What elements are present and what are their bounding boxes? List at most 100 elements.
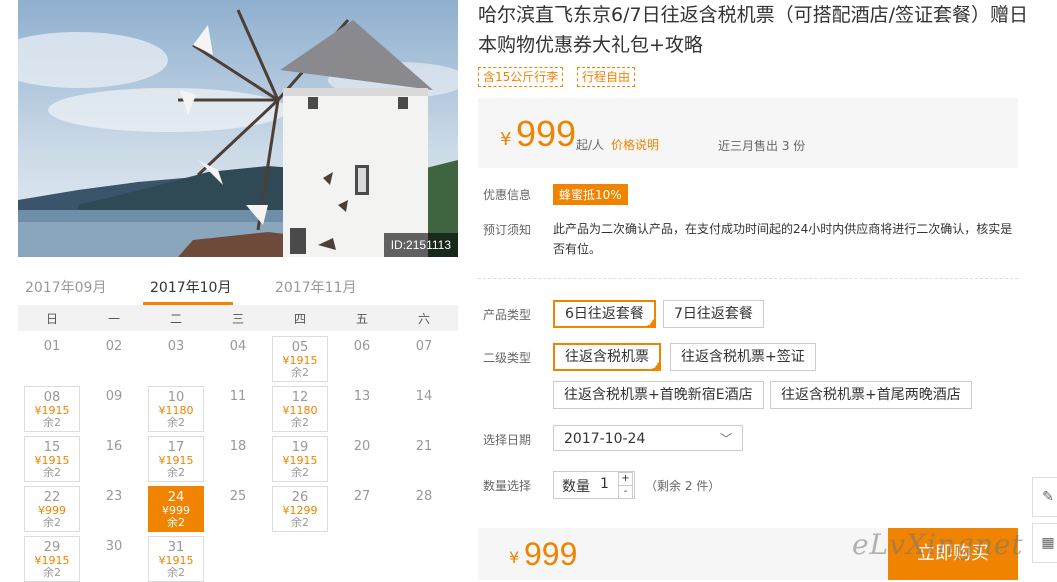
quantity-stepper: 数量 1 + - [553,471,635,499]
calendar-day-number: 02 [105,339,123,354]
calendar-day-number: 27 [353,489,371,504]
check-icon: ✓ [652,362,659,371]
calendar-day: 27 [334,486,390,532]
calendar-day-number: 04 [229,339,247,354]
weekday-label: 一 [107,312,120,326]
calendar-day-number: 16 [105,439,123,454]
calendar-day: 07 [396,336,452,382]
calendar-day[interactable]: 31 ¥1915 余2 [148,536,204,582]
calendar-day[interactable]: 24 ¥999 余2 [148,486,204,532]
calendar-day-number: 03 [167,339,185,354]
option-label: 往返含税机票 [565,349,649,365]
calendar-day[interactable]: 10 ¥1180 余2 [148,386,204,432]
photo-id-badge: ID:2151113 [383,233,458,257]
calendar-day: 18 [210,436,266,482]
date-select[interactable]: 2017-10-24 ﹀ [553,425,743,451]
sub-type-option-ticket[interactable]: 往返含税机票 ✓ [553,343,661,371]
calendar-day-number: 11 [229,389,247,404]
calendar-tab-oct[interactable]: 2017年10月 [150,277,231,297]
calendar-day-number: 21 [415,439,433,454]
calendar-day-number: 26 [291,490,309,505]
quantity-remaining: （剩余 2 件） [645,479,721,493]
calendar-day[interactable]: 26 ¥1299 余2 [272,486,328,532]
calendar-day-number: 19 [291,440,309,455]
calendar-day-number: 01 [43,339,61,354]
calendar-day: 25 [210,486,266,532]
product-type-option-6day[interactable]: 6日往返套餐 ✓ [553,300,656,328]
bottom-currency: ¥ [509,548,520,567]
calendar-day-number: 22 [43,490,61,505]
calendar-day[interactable]: 17 ¥1915 余2 [148,436,204,482]
calendar-day-number: 25 [229,489,247,504]
calendar-day-stock: 余2 [291,516,309,529]
sub-type-label: 二级类型 [483,351,532,365]
calendar-day-number: 24 [167,490,185,505]
calendar-day-number: 15 [43,440,61,455]
calendar-day-stock: 余2 [167,466,185,479]
calendar-day-number: 12 [291,390,309,405]
calendar-day-number: 31 [167,540,185,555]
calendar-day[interactable]: 19 ¥1915 余2 [272,436,328,482]
date-select-value: 2017-10-24 [564,431,646,447]
calendar-day-number: 30 [105,539,123,554]
calendar-day: 02 [86,336,142,382]
calendar-day-number: 08 [43,390,61,405]
calendar-day-number: 14 [415,389,433,404]
calendar-day[interactable]: 22 ¥999 余2 [24,486,80,532]
quantity-increment-button[interactable]: + [618,472,633,486]
calendar-day: 30 [86,536,142,582]
calendar-tab-sep[interactable]: 2017年09月 [25,277,106,297]
calendar-day-stock: 余2 [167,516,185,529]
calendar-day: 21 [396,436,452,482]
sub-type-option-visa[interactable]: 往返含税机票+签证 [670,343,816,371]
calendar-day: 13 [334,386,390,432]
calendar-day-number: 23 [105,489,123,504]
calendar-day: 01 [24,336,80,382]
quantity-input[interactable]: 1 [600,476,609,492]
price-currency: ¥ [500,129,512,150]
calendar-day-number: 20 [353,439,371,454]
calendar-day-stock: 余2 [43,416,61,429]
price-amount: 999 [516,113,577,154]
calendar-day: 16 [86,436,142,482]
price-explain-link[interactable]: 价格说明 [611,136,659,153]
weekday-label: 二 [169,312,182,326]
coupon-badge: 蜂蜜抵10% [553,184,628,205]
calendar-day-number: 07 [415,339,433,354]
offers-label: 优惠信息 [483,188,532,202]
tag-luggage: 含15公斤行李 [478,67,564,87]
calendar-day[interactable]: 05 ¥1915 余2 [272,336,328,382]
sub-type-option-shinjuku-hotel[interactable]: 往返含税机票+首晚新宿E酒店 [553,381,764,409]
quantity-decrement-button[interactable]: - [618,485,633,499]
weekday-label: 六 [417,312,430,326]
watermark: eLvXingnet [852,528,1024,561]
calendar-day[interactable]: 08 ¥1915 余2 [24,386,80,432]
divider [478,278,1018,279]
calendar-tab-nov[interactable]: 2017年11月 [275,277,356,297]
product-type-option-7day[interactable]: 7日往返套餐 [663,300,764,328]
edit-icon[interactable]: ✎ [1032,477,1057,517]
calendar-day[interactable]: 12 ¥1180 余2 [272,386,328,432]
check-icon: ✓ [647,319,654,328]
sub-type-option-two-night-hotel[interactable]: 往返含税机票+首尾两晚酒店 [770,381,972,409]
calendar-day: 23 [86,486,142,532]
price-unit: 起/人 [576,138,605,152]
product-photo: ID:2151113 [18,0,458,257]
weekday-label: 五 [355,312,368,326]
date-select-label: 选择日期 [483,433,532,447]
calendar-day[interactable]: 15 ¥1915 余2 [24,436,80,482]
qr-icon[interactable]: ▦ [1032,523,1057,563]
quantity-label: 数量选择 [483,479,532,493]
notice-text: 此产品为二次确认产品，在支付成功时间起的24小时内供应商将进行二次确认，核实是否… [553,222,1013,256]
calendar-day-number: 09 [105,389,123,404]
calendar-day-stock: 余2 [291,416,309,429]
calendar-day-stock: 余2 [43,466,61,479]
sold-info: 近三月售出 3 份 [718,139,806,153]
calendar-day-stock: 余2 [291,366,309,379]
notice-label: 预订须知 [483,223,532,237]
weekday-label: 四 [293,312,306,326]
calendar-day[interactable]: 29 ¥1915 余2 [24,536,80,582]
calendar-day-stock: 余2 [43,516,61,529]
tag-free-itinerary: 行程自由 [577,67,636,87]
calendar-day-number: 28 [415,489,433,504]
